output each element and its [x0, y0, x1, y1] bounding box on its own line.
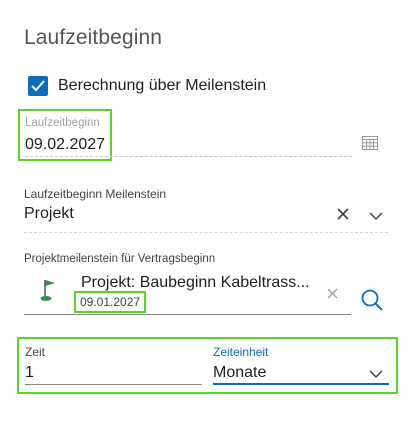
milestone-checkbox[interactable]	[28, 76, 48, 96]
projektmeilenstein-label: Projektmeilenstein für Vertragsbeginn	[24, 253, 216, 265]
laufzeitbeginn-label: Laufzeitbeginn	[25, 117, 100, 129]
laufzeitbeginn-value: 09.02.2027	[25, 136, 106, 153]
laufzeitbeginn-meilenstein-label: Laufzeitbeginn Meilenstein	[24, 187, 167, 201]
calendar-icon[interactable]	[362, 136, 378, 155]
zeit-input[interactable]: 1	[25, 364, 34, 382]
close-icon[interactable]	[337, 207, 349, 225]
search-icon[interactable]	[360, 288, 384, 317]
checkmark-icon	[31, 80, 45, 92]
chevron-down-icon[interactable]	[369, 366, 383, 384]
page-title: Laufzeitbeginn	[24, 26, 163, 49]
laufzeitbeginn-meilenstein-underline	[24, 232, 388, 233]
zeit-label: Zeit	[25, 345, 46, 359]
close-icon[interactable]	[327, 286, 338, 304]
laufzeitbeginn-underline	[25, 156, 352, 157]
chevron-down-icon[interactable]	[369, 208, 383, 226]
projektmeilenstein-date: 09.01.2027	[80, 295, 141, 309]
zeiteinheit-label: Zeiteinheit	[213, 345, 269, 359]
zeit-underline	[25, 384, 202, 385]
projektmeilenstein-underline	[24, 314, 351, 315]
zeiteinheit-value[interactable]: Monate	[213, 364, 266, 382]
milestone-checkbox-label: Berechnung über Meilenstein	[58, 77, 267, 94]
projektmeilenstein-name[interactable]: Projekt: Baubeginn Kabeltrass...	[81, 274, 310, 292]
zeiteinheit-underline	[213, 383, 389, 385]
zeit-group-highlight	[17, 337, 398, 394]
milestone-flag-icon	[40, 277, 58, 308]
laufzeitbeginn-meilenstein-value[interactable]: Projekt	[24, 205, 74, 223]
